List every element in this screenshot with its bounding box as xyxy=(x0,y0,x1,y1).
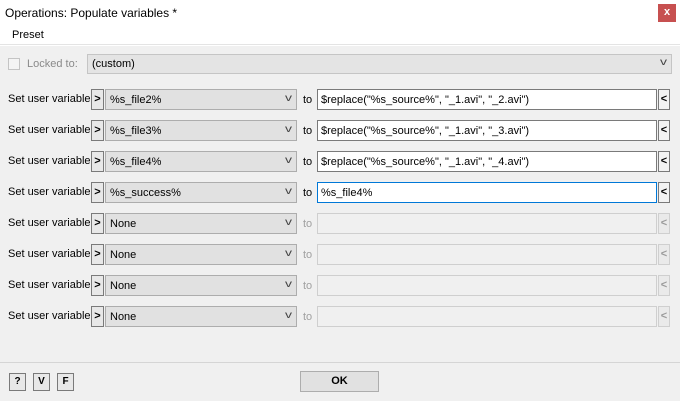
value-input[interactable] xyxy=(317,244,657,265)
f-button[interactable]: F xyxy=(57,373,74,391)
row-label: Set user variable xyxy=(8,279,91,291)
row-expand-button[interactable]: > xyxy=(91,306,104,327)
to-label: to xyxy=(303,218,313,230)
row-expand-button[interactable]: > xyxy=(91,120,104,141)
close-button[interactable]: x xyxy=(658,4,676,22)
menu-bar: Preset xyxy=(0,27,680,45)
value-input[interactable]: $replace("%s_source%", "_1.avi", "_4.avi… xyxy=(317,151,657,172)
chevron-down-icon: v xyxy=(285,186,292,197)
close-icon: x xyxy=(663,6,671,18)
row-expand-button[interactable]: > xyxy=(91,151,104,172)
variable-select-value: None xyxy=(110,218,137,230)
row-collapse-button[interactable]: < xyxy=(658,89,670,110)
help-button[interactable]: ? xyxy=(9,373,26,391)
variable-select-value: %s_file4% xyxy=(110,156,162,168)
row-collapse-button[interactable]: < xyxy=(658,151,670,172)
variable-select-value: None xyxy=(110,311,137,323)
expand-arrow-icon: > xyxy=(94,186,101,198)
value-input[interactable]: %s_file4% xyxy=(317,182,657,203)
locked-checkbox[interactable] xyxy=(8,58,20,70)
row-expand-button[interactable]: > xyxy=(91,213,104,234)
row-label: Set user variable xyxy=(8,248,91,260)
expand-arrow-icon: > xyxy=(94,155,101,167)
menu-preset[interactable]: Preset xyxy=(12,29,44,41)
locked-preset-value: (custom) xyxy=(92,58,135,70)
variable-select[interactable]: %s_file2% v xyxy=(105,89,297,110)
variable-select[interactable]: None v xyxy=(105,244,297,265)
chevron-down-icon: v xyxy=(285,124,292,135)
row-expand-button[interactable]: > xyxy=(91,275,104,296)
chevron-down-icon: v xyxy=(285,155,292,166)
chevron-down-icon: v xyxy=(285,248,292,259)
row-collapse-button[interactable]: < xyxy=(658,244,670,265)
collapse-arrow-icon: < xyxy=(660,124,668,136)
chevron-down-icon: v xyxy=(285,310,292,321)
chevron-down-icon: v xyxy=(285,279,292,290)
row-label: Set user variable xyxy=(8,124,91,136)
collapse-arrow-icon: < xyxy=(660,217,668,229)
locked-label: Locked to: xyxy=(27,58,78,70)
row-collapse-button[interactable]: < xyxy=(658,213,670,234)
variable-select[interactable]: None v xyxy=(105,306,297,327)
collapse-arrow-icon: < xyxy=(660,310,668,322)
value-input[interactable]: $replace("%s_source%", "_1.avi", "_2.avi… xyxy=(317,89,657,110)
locked-preset-select[interactable]: (custom) v xyxy=(87,54,672,74)
row-collapse-button[interactable]: < xyxy=(658,306,670,327)
row-expand-button[interactable]: > xyxy=(91,182,104,203)
to-label: to xyxy=(303,94,313,106)
to-label: to xyxy=(303,156,313,168)
variable-select[interactable]: %s_file4% v xyxy=(105,151,297,172)
row-collapse-button[interactable]: < xyxy=(658,120,670,141)
chevron-down-icon: v xyxy=(660,57,667,68)
to-label: to xyxy=(303,125,313,137)
row-collapse-button[interactable]: < xyxy=(658,275,670,296)
variable-select[interactable]: %s_file3% v xyxy=(105,120,297,141)
expand-arrow-icon: > xyxy=(94,279,101,291)
help-icon: ? xyxy=(14,376,21,387)
expand-arrow-icon: > xyxy=(94,93,101,105)
v-button[interactable]: V xyxy=(33,373,50,391)
row-expand-button[interactable]: > xyxy=(91,244,104,265)
value-input[interactable] xyxy=(317,213,657,234)
collapse-arrow-icon: < xyxy=(660,279,668,291)
value-input[interactable]: $replace("%s_source%", "_1.avi", "_3.avi… xyxy=(317,120,657,141)
to-label: to xyxy=(303,280,313,292)
window-title: Operations: Populate variables * xyxy=(5,6,178,20)
to-label: to xyxy=(303,311,313,323)
collapse-arrow-icon: < xyxy=(660,248,668,260)
row-label: Set user variable xyxy=(8,155,91,167)
variable-select-value: %s_success% xyxy=(110,187,181,199)
variable-select-value: None xyxy=(110,249,137,261)
expand-arrow-icon: > xyxy=(94,217,101,229)
value-input[interactable] xyxy=(317,275,657,296)
row-label: Set user variable xyxy=(8,217,91,229)
collapse-arrow-icon: < xyxy=(660,186,668,198)
variable-select-value: %s_file3% xyxy=(110,125,162,137)
variable-select-value: None xyxy=(110,280,137,292)
chevron-down-icon: v xyxy=(285,217,292,228)
collapse-arrow-icon: < xyxy=(660,155,668,167)
title-bar: Operations: Populate variables * x xyxy=(0,0,680,26)
value-input[interactable] xyxy=(317,306,657,327)
to-label: to xyxy=(303,187,313,199)
variable-select[interactable]: None v xyxy=(105,275,297,296)
variable-select[interactable]: %s_success% v xyxy=(105,182,297,203)
collapse-arrow-icon: < xyxy=(660,93,668,105)
expand-arrow-icon: > xyxy=(94,248,101,260)
expand-arrow-icon: > xyxy=(94,124,101,136)
row-expand-button[interactable]: > xyxy=(91,89,104,110)
row-label: Set user variable xyxy=(8,93,91,105)
ok-button[interactable]: OK xyxy=(300,371,379,392)
expand-arrow-icon: > xyxy=(94,310,101,322)
to-label: to xyxy=(303,249,313,261)
row-label: Set user variable xyxy=(8,186,91,198)
variable-select-value: %s_file2% xyxy=(110,94,162,106)
row-label: Set user variable xyxy=(8,310,91,322)
row-collapse-button[interactable]: < xyxy=(658,182,670,203)
chevron-down-icon: v xyxy=(285,93,292,104)
variable-select[interactable]: None v xyxy=(105,213,297,234)
